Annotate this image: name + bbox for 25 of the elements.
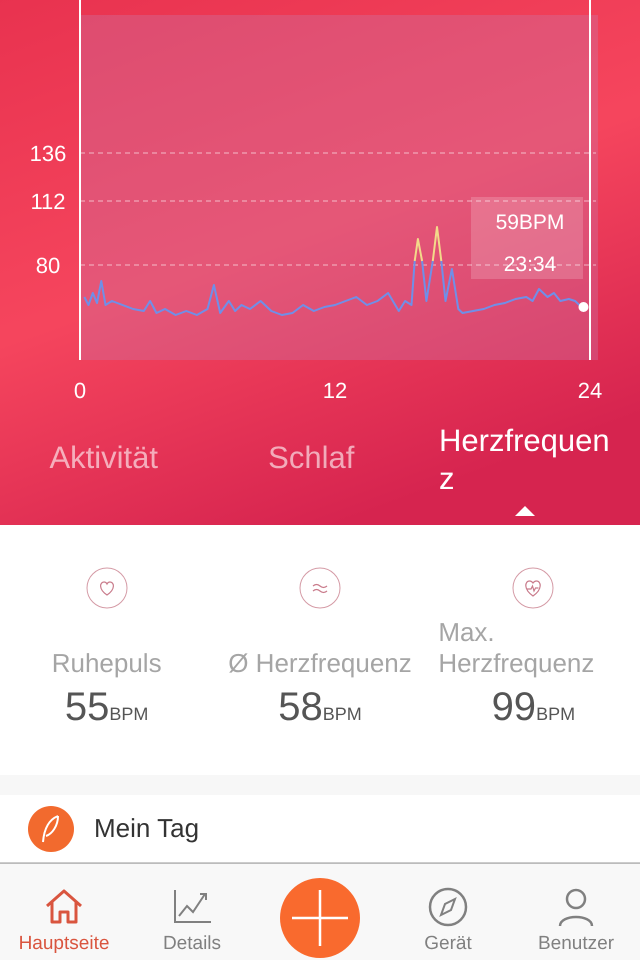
nav-item[interactable]: Details <box>128 864 256 960</box>
unit-label: BPM <box>322 704 362 725</box>
stat-label: Ø Herzfrequenz <box>228 647 412 679</box>
x-tick-label: 0 <box>74 378 86 403</box>
unit-label: BPM <box>109 704 148 725</box>
section-title[interactable]: Mein Tag <box>94 813 200 844</box>
stat-value: 58 <box>278 685 323 730</box>
tab[interactable]: Herzfrequenz <box>439 422 611 498</box>
stat-value: 55 <box>64 685 110 730</box>
tab[interactable]: Aktivität <box>0 440 208 476</box>
y-tick-label: 112 <box>30 189 66 214</box>
tooltip-value: 59BPM <box>496 211 564 234</box>
unit-label: BPM <box>536 704 576 725</box>
nav-item[interactable]: Gerät <box>384 864 512 960</box>
x-tick-label: 24 <box>578 378 602 403</box>
y-tick-label: 80 <box>36 253 60 278</box>
tooltip-time: 23:34 <box>504 253 556 276</box>
stat-label: Ruhepuls <box>52 647 162 679</box>
nav-item[interactable]: Benutzer <box>512 864 640 960</box>
stat-label: Max. Herzfrequenz <box>438 617 596 679</box>
tab[interactable]: Schlaf <box>208 440 415 476</box>
nav-item[interactable]: Hauptseite <box>0 864 128 960</box>
x-tick-label: 12 <box>322 378 348 403</box>
stat-value: 99 <box>492 685 536 730</box>
y-tick-label: 136 <box>30 141 66 166</box>
